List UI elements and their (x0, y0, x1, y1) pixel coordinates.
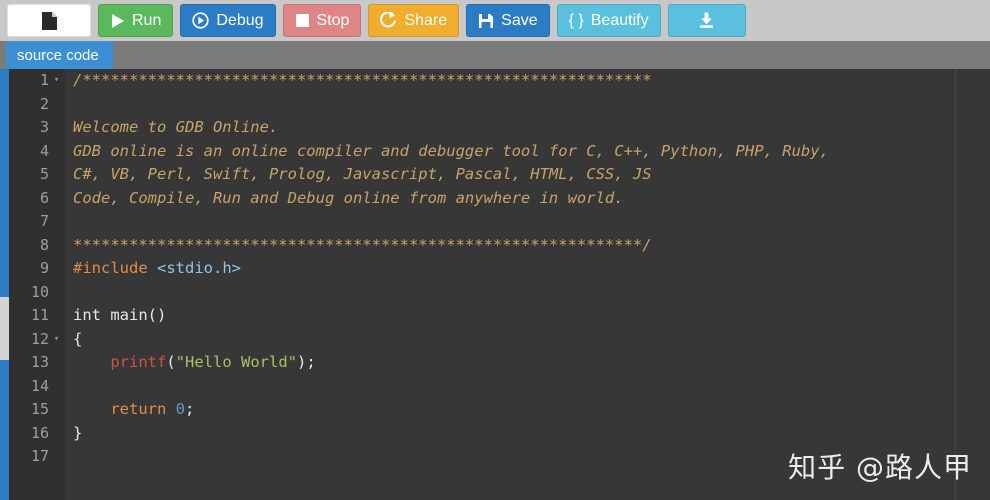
download-button[interactable] (667, 4, 746, 37)
line-number: 11 (30, 306, 49, 324)
line-number: 9 (39, 259, 49, 277)
line-number: 6 (39, 188, 49, 207)
share-button-label: Share (404, 11, 448, 29)
code-token: ); (297, 353, 316, 371)
tab-source-code[interactable]: source code (6, 41, 113, 69)
code-line[interactable]: /***************************************… (73, 69, 990, 93)
code-token: C#, VB, Perl, Swift, Prolog, Javascript,… (73, 165, 652, 183)
watermark-text: 知乎 @路人甲 (788, 451, 972, 484)
code-line[interactable] (73, 93, 990, 117)
code-token: Welcome to GDB Online. (73, 118, 279, 136)
file-icon (41, 11, 58, 31)
code-line[interactable] (73, 210, 990, 234)
code-line[interactable]: printf("Hello World"); (73, 351, 990, 375)
code-token: 0 (175, 400, 186, 418)
line-number: 5 (39, 165, 49, 183)
code-content[interactable]: /***************************************… (65, 69, 990, 500)
toolbar: Run Debug Stop Share Save {} Beautify (0, 0, 990, 41)
code-line[interactable]: C#, VB, Perl, Swift, Prolog, Javascript,… (73, 163, 990, 187)
tab-bar: source code (0, 41, 990, 69)
code-line[interactable]: return 0; (73, 398, 990, 422)
scrollbar-thumb[interactable] (0, 297, 9, 360)
floppy-icon (478, 13, 494, 29)
tab-source-code-label: source code (17, 46, 99, 64)
editor-vertical-scrollbar[interactable] (0, 69, 9, 500)
download-icon (697, 11, 716, 30)
code-line[interactable]: #include <stdio.h> (73, 257, 990, 281)
line-number-gutter: 1 ▾ 2 3 4 5 6 7 8 9 10 11 12 ▾ 13 14 15 16 17 (9, 69, 65, 500)
line-number: 7 (39, 212, 49, 230)
gdb-online-editor-app: Run Debug Stop Share Save {} Beautify s… (0, 0, 990, 500)
code-line[interactable] (73, 375, 990, 399)
save-button[interactable]: Save (466, 4, 550, 37)
play-icon (110, 13, 125, 29)
code-token: ****************************************… (73, 235, 652, 254)
code-line[interactable]: int main() (73, 304, 990, 328)
fold-toggle-icon[interactable]: ▾ (51, 69, 62, 93)
code-token: ( (166, 353, 176, 371)
code-line[interactable]: ****************************************… (73, 234, 990, 258)
code-line[interactable]: { (73, 328, 990, 352)
line-number: 17 (30, 447, 49, 465)
code-line[interactable]: GDB online is an online compiler and deb… (73, 140, 990, 164)
debug-button-label: Debug (216, 11, 264, 29)
debug-circle-icon (192, 12, 210, 29)
fold-toggle-icon[interactable]: ▾ (51, 328, 62, 352)
run-button[interactable]: Run (98, 4, 174, 37)
save-button-label: Save (501, 11, 538, 29)
stop-button-label: Stop (316, 11, 350, 29)
debug-button[interactable]: Debug (180, 4, 276, 37)
share-button[interactable]: Share (368, 4, 460, 37)
line-number: 1 ▾ (9, 69, 65, 93)
line-number: 12 ▾ (9, 328, 65, 352)
beautify-button-label: Beautify (590, 11, 649, 29)
code-token: printf (110, 353, 167, 371)
print-margin-guide (955, 69, 956, 500)
run-button-label: Run (132, 11, 162, 29)
new-file-button[interactable] (7, 4, 91, 37)
code-token: } (73, 423, 83, 442)
line-number: 14 (30, 376, 49, 395)
code-editor[interactable]: 1 ▾ 2 3 4 5 6 7 8 9 10 11 12 ▾ 13 14 15 16 17 /***********… (0, 69, 990, 500)
code-line[interactable]: Welcome to GDB Online. (73, 116, 990, 140)
line-number: 3 (39, 118, 49, 136)
code-line[interactable] (73, 281, 990, 305)
code-token: #include (73, 259, 157, 277)
code-token: Code, Compile, Run and Debug online from… (73, 188, 624, 207)
code-token: { (73, 329, 83, 348)
line-number: 13 (30, 353, 49, 371)
code-line[interactable]: Code, Compile, Run and Debug online from… (73, 187, 990, 211)
code-token: int main() (73, 306, 167, 324)
beautify-button[interactable]: { } Beautify (556, 4, 661, 37)
stop-button[interactable]: Stop (282, 4, 362, 37)
code-token: return (110, 400, 167, 418)
code-token: ; (185, 400, 195, 418)
code-token: /***************************************… (73, 71, 652, 89)
code-line[interactable]: } (73, 422, 990, 446)
line-number: 10 (30, 282, 49, 301)
line-number: 2 (39, 94, 49, 113)
line-number: 4 (39, 141, 49, 160)
stop-square-icon (295, 13, 310, 28)
braces-icon: { } (568, 11, 584, 29)
line-number: 8 (39, 235, 49, 254)
code-token: <stdio.h> (157, 259, 241, 277)
code-token: GDB online is an online compiler and deb… (73, 141, 829, 160)
line-number: 15 (30, 400, 49, 418)
share-icon (380, 12, 397, 29)
line-number: 16 (30, 423, 49, 442)
code-token: "Hello World" (175, 353, 297, 371)
